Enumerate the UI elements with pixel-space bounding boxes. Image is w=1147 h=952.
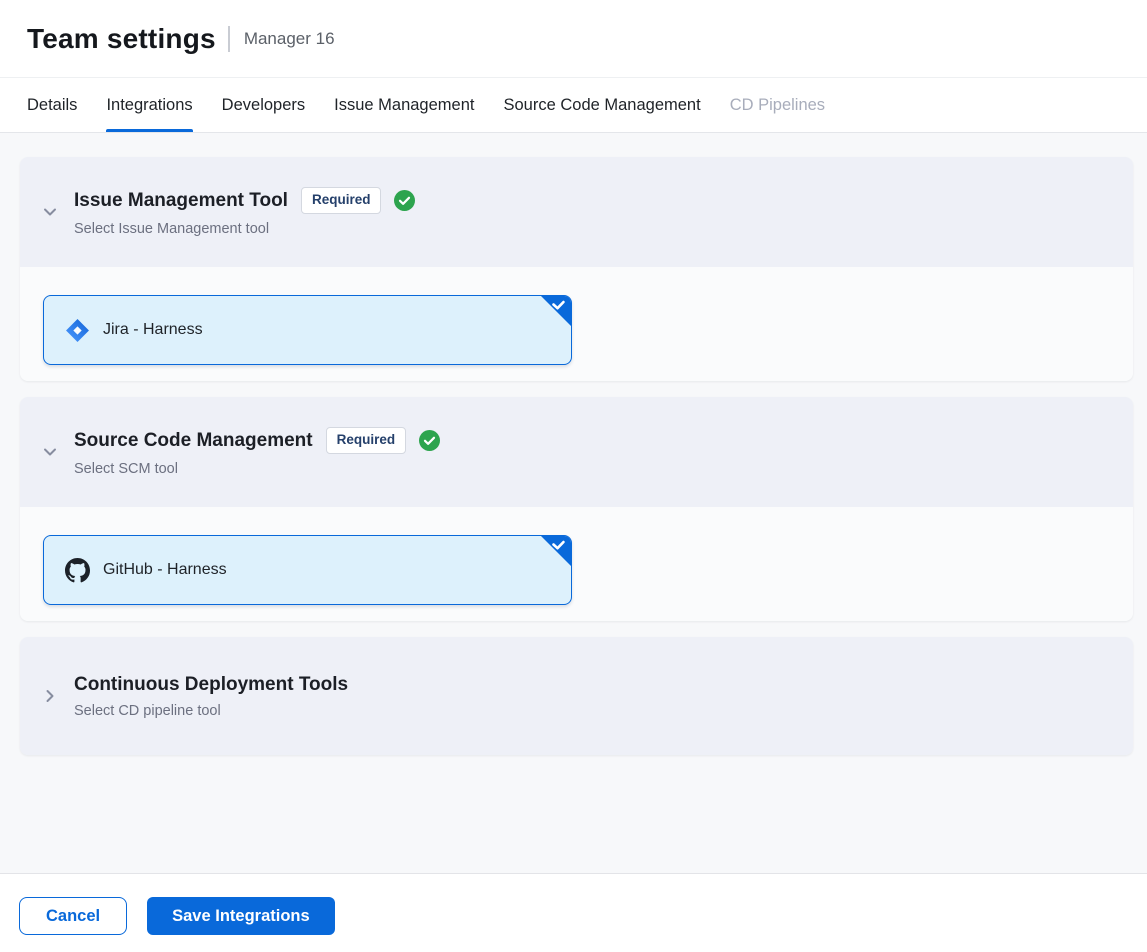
chevron-down-icon[interactable] — [40, 442, 60, 462]
page-subtitle: Manager 16 — [244, 29, 335, 49]
tab-cd-pipelines[interactable]: CD Pipelines — [730, 78, 825, 132]
required-badge: Required — [301, 187, 382, 213]
section-issue-management-header[interactable]: Issue Management Tool Required Select Is… — [20, 157, 1133, 267]
page-title: Team settings — [27, 23, 216, 55]
section-issue-management-body: Jira - Harness — [20, 267, 1133, 381]
option-github-harness[interactable]: GitHub - Harness — [43, 535, 572, 605]
option-label: GitHub - Harness — [103, 561, 227, 579]
tab-developers[interactable]: Developers — [222, 78, 305, 132]
check-circle-icon — [419, 430, 440, 451]
tab-bar: Details Integrations Developers Issue Ma… — [0, 78, 1147, 133]
required-badge: Required — [326, 427, 407, 453]
github-icon — [65, 558, 90, 583]
tab-source-code-management[interactable]: Source Code Management — [503, 78, 700, 132]
section-title: Continuous Deployment Tools — [74, 674, 348, 696]
tab-issue-management[interactable]: Issue Management — [334, 78, 474, 132]
title-divider — [228, 26, 230, 52]
cancel-button[interactable]: Cancel — [19, 897, 127, 935]
integrations-panel: Issue Management Tool Required Select Is… — [0, 133, 1147, 873]
chevron-down-icon[interactable] — [40, 202, 60, 222]
option-label: Jira - Harness — [103, 321, 203, 339]
section-continuous-deployment-tools: Continuous Deployment Tools Select CD pi… — [20, 637, 1133, 755]
section-subtitle: Select Issue Management tool — [74, 221, 415, 237]
tab-details[interactable]: Details — [27, 78, 77, 132]
section-cd-header[interactable]: Continuous Deployment Tools Select CD pi… — [20, 637, 1133, 755]
footer-actions: Cancel Save Integrations — [0, 873, 1147, 952]
section-subtitle: Select SCM tool — [74, 461, 440, 477]
section-source-code-management: Source Code Management Required Select S… — [20, 397, 1133, 621]
section-scm-header[interactable]: Source Code Management Required Select S… — [20, 397, 1133, 507]
selected-check-icon — [541, 296, 571, 326]
chevron-right-icon[interactable] — [40, 686, 60, 706]
section-subtitle: Select CD pipeline tool — [74, 703, 348, 719]
tab-integrations[interactable]: Integrations — [106, 78, 192, 132]
selected-check-icon — [541, 536, 571, 566]
section-issue-management-tool: Issue Management Tool Required Select Is… — [20, 157, 1133, 381]
section-title: Issue Management Tool — [74, 190, 288, 212]
jira-icon — [65, 318, 90, 343]
section-title: Source Code Management — [74, 430, 313, 452]
save-integrations-button[interactable]: Save Integrations — [147, 897, 335, 935]
section-scm-body: GitHub - Harness — [20, 507, 1133, 621]
check-circle-icon — [394, 190, 415, 211]
option-jira-harness[interactable]: Jira - Harness — [43, 295, 572, 365]
page-header: Team settings Manager 16 — [0, 0, 1147, 78]
